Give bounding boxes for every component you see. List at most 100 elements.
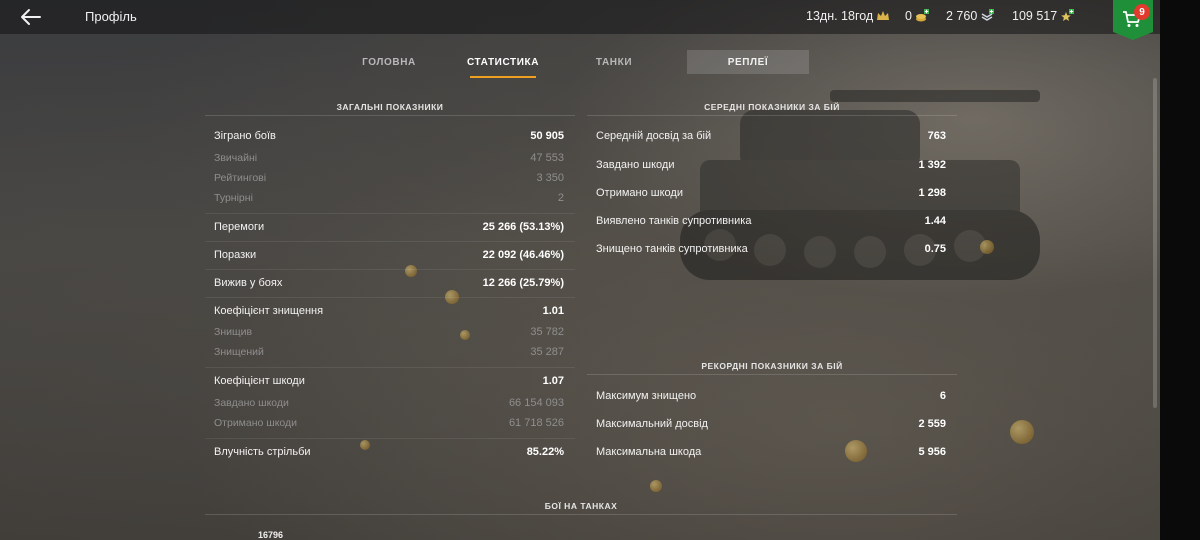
divider (205, 213, 575, 214)
coin-decoration (980, 240, 994, 254)
stat-value: 61 718 526 (508, 417, 564, 429)
stat-label: Вижив у боях (214, 277, 283, 289)
stat-label: Максимум знищено (596, 390, 697, 402)
gold-balance[interactable]: 0 (905, 9, 929, 23)
stat-value: 47 553 (530, 152, 564, 164)
stat-label: Максимальна шкода (596, 446, 702, 458)
divider (205, 115, 575, 116)
stat-row: Максимальний досвід 2 559 (596, 418, 946, 430)
coin-decoration (650, 480, 662, 492)
stat-label: Коефіцієнт знищення (214, 305, 324, 317)
stat-row: Коефіцієнт шкоди 1.07 (214, 375, 564, 387)
premium-time: 13дн. 18год (806, 9, 874, 23)
stat-row: Завдано шкоди 66 154 093 (214, 397, 564, 409)
stat-value: 1.07 (542, 375, 564, 387)
gold-value: 0 (905, 9, 912, 23)
stat-value: 2 (557, 192, 564, 204)
stat-row: Вижив у боях 12 266 (25.79%) (214, 277, 564, 289)
stat-label: Турнірні (214, 192, 253, 204)
free-xp-plus-icon (980, 9, 995, 23)
stat-row: Знищив 35 782 (214, 326, 564, 338)
stat-value: 35 782 (530, 326, 564, 338)
stat-label: Знищив (214, 326, 253, 338)
coin-decoration (1010, 420, 1034, 444)
average-stats-title: СЕРЕДНІ ПОКАЗНИКИ ЗА БІЙ (704, 102, 840, 112)
credits-balance[interactable]: 109 517 (1012, 9, 1075, 23)
coin-decoration (405, 265, 417, 277)
divider (587, 374, 957, 375)
stat-label: Середній досвід за бій (596, 130, 712, 142)
stat-row: Поразки 22 092 (46.46%) (214, 249, 564, 261)
stat-row: Влучність стрільби 85.22% (214, 446, 564, 458)
gold-coins-plus-icon (915, 9, 929, 23)
stat-label: Отримано шкоди (214, 417, 298, 429)
stat-row: Максимальна шкода 5 956 (596, 446, 946, 458)
divider (205, 514, 957, 515)
stat-row: Отримано шкоди 61 718 526 (214, 417, 564, 429)
stat-value: 2 559 (918, 418, 946, 430)
stat-row: Середній досвід за бій 763 (596, 130, 946, 142)
stat-value: 1.01 (542, 305, 564, 317)
stat-value: 6 (939, 390, 946, 402)
stat-label: Отримано шкоди (596, 187, 683, 199)
stat-label: Завдано шкоди (214, 397, 289, 409)
scrollbar[interactable] (1153, 78, 1157, 408)
tab-main[interactable]: ГОЛОВНА (358, 50, 420, 74)
stat-row: Виявлено танків супротивника 1.44 (596, 215, 946, 227)
divider (205, 438, 575, 439)
stat-row: Максимум знищено 6 (596, 390, 946, 402)
stat-label: Зіграно боїв (214, 130, 276, 142)
stat-label: Поразки (214, 249, 257, 261)
divider (205, 297, 575, 298)
stat-row: Знищено танків супротивника 0.75 (596, 243, 946, 255)
tank-battles-title: БОЇ НА ТАНКАХ (544, 501, 618, 511)
stat-label: Перемоги (214, 221, 265, 233)
stat-value: 66 154 093 (508, 397, 564, 409)
stat-value: 763 (927, 130, 946, 142)
records-stats-title: РЕКОРДНІ ПОКАЗНИКИ ЗА БІЙ (701, 361, 843, 371)
free-xp-value: 2 760 (946, 9, 978, 23)
cart-count-badge: 9 (1134, 4, 1150, 20)
profile-tabs: ГОЛОВНА СТАТИСТИКА ТАНКИ РЕПЛЕЇ (0, 50, 1160, 80)
tab-tanks[interactable]: ТАНКИ (590, 50, 638, 74)
stat-row: Завдано шкоди 1 392 (596, 159, 946, 171)
screen-edge (1160, 0, 1200, 540)
stat-value: 5 956 (918, 446, 946, 458)
general-stats-title: ЗАГАЛЬНІ ПОКАЗНИКИ (336, 102, 444, 112)
stat-label: Звичайні (214, 152, 258, 164)
stat-value: 12 266 (25.79%) (482, 277, 564, 289)
page-title: Профіль (85, 9, 137, 24)
stat-row: Знищений 35 287 (214, 346, 564, 358)
divider (205, 269, 575, 270)
stat-label: Максимальний досвід (596, 418, 708, 430)
tab-statistics[interactable]: СТАТИСТИКА (467, 50, 538, 78)
tab-replays[interactable]: РЕПЛЕЇ (687, 50, 809, 74)
divider (205, 241, 575, 242)
stat-row: Отримано шкоди 1 298 (596, 187, 946, 199)
credits-value: 109 517 (1012, 9, 1058, 23)
free-xp-balance[interactable]: 2 760 (946, 9, 995, 23)
background-scene (0, 0, 1160, 540)
stat-row: Зіграно боїв 50 905 (214, 130, 564, 142)
stat-label: Коефіцієнт шкоди (214, 375, 305, 387)
stat-value: 35 287 (530, 346, 564, 358)
back-arrow-icon[interactable] (20, 7, 42, 27)
stat-value: 25 266 (53.13%) (482, 221, 564, 233)
premium-account[interactable]: 13дн. 18год (806, 9, 890, 23)
stat-value: 1.44 (924, 215, 946, 227)
stat-row: Перемоги 25 266 (53.13%) (214, 221, 564, 233)
premium-crown-icon (876, 9, 890, 23)
stat-row: Звичайні 47 553 (214, 152, 564, 164)
stat-row: Коефіцієнт знищення 1.01 (214, 305, 564, 317)
tank-battles-value: 16796 (258, 530, 284, 540)
stat-row: Турнірні 2 (214, 192, 564, 204)
divider (205, 367, 575, 368)
stat-label: Влучність стрільби (214, 446, 311, 458)
stat-value: 85.22% (526, 446, 564, 458)
stat-value: 50 905 (530, 130, 564, 142)
stat-value: 3 350 (536, 172, 564, 184)
stat-label: Рейтингові (214, 172, 267, 184)
stat-value: 1 298 (918, 187, 946, 199)
stat-row: Рейтингові 3 350 (214, 172, 564, 184)
stat-value: 22 092 (46.46%) (482, 249, 564, 261)
